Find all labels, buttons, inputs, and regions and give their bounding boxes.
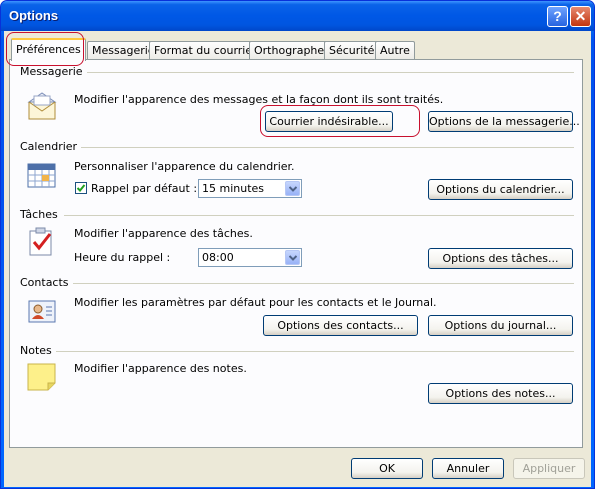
junk-mail-button-highlight xyxy=(260,105,420,137)
ok-button[interactable]: OK xyxy=(351,458,423,479)
default-reminder-checkbox[interactable] xyxy=(75,182,87,194)
calendar-icon xyxy=(27,163,56,188)
contacts-section-divider xyxy=(72,283,574,284)
default-reminder-label: Rappel par défaut : xyxy=(91,182,198,195)
notes-section-heading: Notes xyxy=(20,344,56,357)
mail-options-button[interactable]: Options de la messagerie... xyxy=(428,111,580,132)
options-dialog: Options ? ✕ Préférences Messagerie Forma… xyxy=(0,0,595,489)
close-icon: ✕ xyxy=(574,8,587,24)
notes-section-divider xyxy=(56,351,574,352)
task-checklist-icon xyxy=(29,227,52,256)
tab-securite[interactable]: Sécurité xyxy=(324,41,380,59)
sticky-note-icon xyxy=(27,363,56,391)
preferences-tab-highlight xyxy=(6,32,84,66)
chevron-down-icon xyxy=(289,255,297,261)
calendar-section-divider xyxy=(76,147,574,148)
contacts-section-heading: Contacts xyxy=(20,276,73,289)
tab-format-du-courrier[interactable]: Format du courrier xyxy=(149,41,262,59)
reminder-time-select[interactable]: 08:00 xyxy=(198,248,302,267)
tasks-section-heading: Tâches xyxy=(20,208,62,221)
journal-options-button[interactable]: Options du journal... xyxy=(428,315,573,336)
calendar-description: Personnaliser l'apparence du calendrier. xyxy=(74,160,295,173)
checkmark-icon xyxy=(76,184,86,192)
tasks-section-divider xyxy=(64,215,574,216)
default-reminder-value: 15 minutes xyxy=(202,182,265,195)
reminder-time-label: Heure du rappel : xyxy=(74,251,171,264)
mail-section-heading: Messagerie xyxy=(20,65,87,78)
tasks-description: Modifier l'apparence des tâches. xyxy=(74,227,253,240)
cancel-button[interactable]: Annuler xyxy=(432,458,504,479)
help-button[interactable]: ? xyxy=(547,6,568,27)
mail-section-divider xyxy=(72,72,574,73)
calendar-options-button[interactable]: Options du calendrier... xyxy=(428,179,573,200)
window-title: Options xyxy=(9,8,59,23)
tab-autre[interactable]: Autre xyxy=(375,41,415,59)
preferences-panel: Messagerie Modifier l'apparence des mess… xyxy=(9,59,583,448)
dialog-client-area: Préférences Messagerie Format du courrie… xyxy=(4,31,591,487)
notes-description: Modifier l'apparence des notes. xyxy=(74,362,247,375)
title-bar[interactable]: Options ? ✕ xyxy=(1,1,594,31)
reminder-time-value: 08:00 xyxy=(202,251,234,264)
calendar-section-heading: Calendrier xyxy=(20,140,82,153)
mail-envelope-icon xyxy=(27,92,57,120)
dropdown-arrow-button[interactable] xyxy=(285,181,300,196)
contacts-description: Modifier les paramètres par défaut pour … xyxy=(74,296,437,309)
tasks-options-button[interactable]: Options des tâches... xyxy=(428,248,573,269)
close-button[interactable]: ✕ xyxy=(570,6,591,27)
help-icon: ? xyxy=(553,8,562,24)
dropdown-arrow-button[interactable] xyxy=(285,250,300,265)
chevron-down-icon xyxy=(289,186,297,192)
contact-card-icon xyxy=(28,300,56,323)
notes-options-button[interactable]: Options des notes... xyxy=(428,383,573,404)
default-reminder-select[interactable]: 15 minutes xyxy=(198,179,302,198)
contacts-options-button[interactable]: Options des contacts... xyxy=(263,315,418,336)
apply-button[interactable]: Appliquer xyxy=(513,458,585,479)
tab-orthographe[interactable]: Orthographe xyxy=(249,41,330,59)
